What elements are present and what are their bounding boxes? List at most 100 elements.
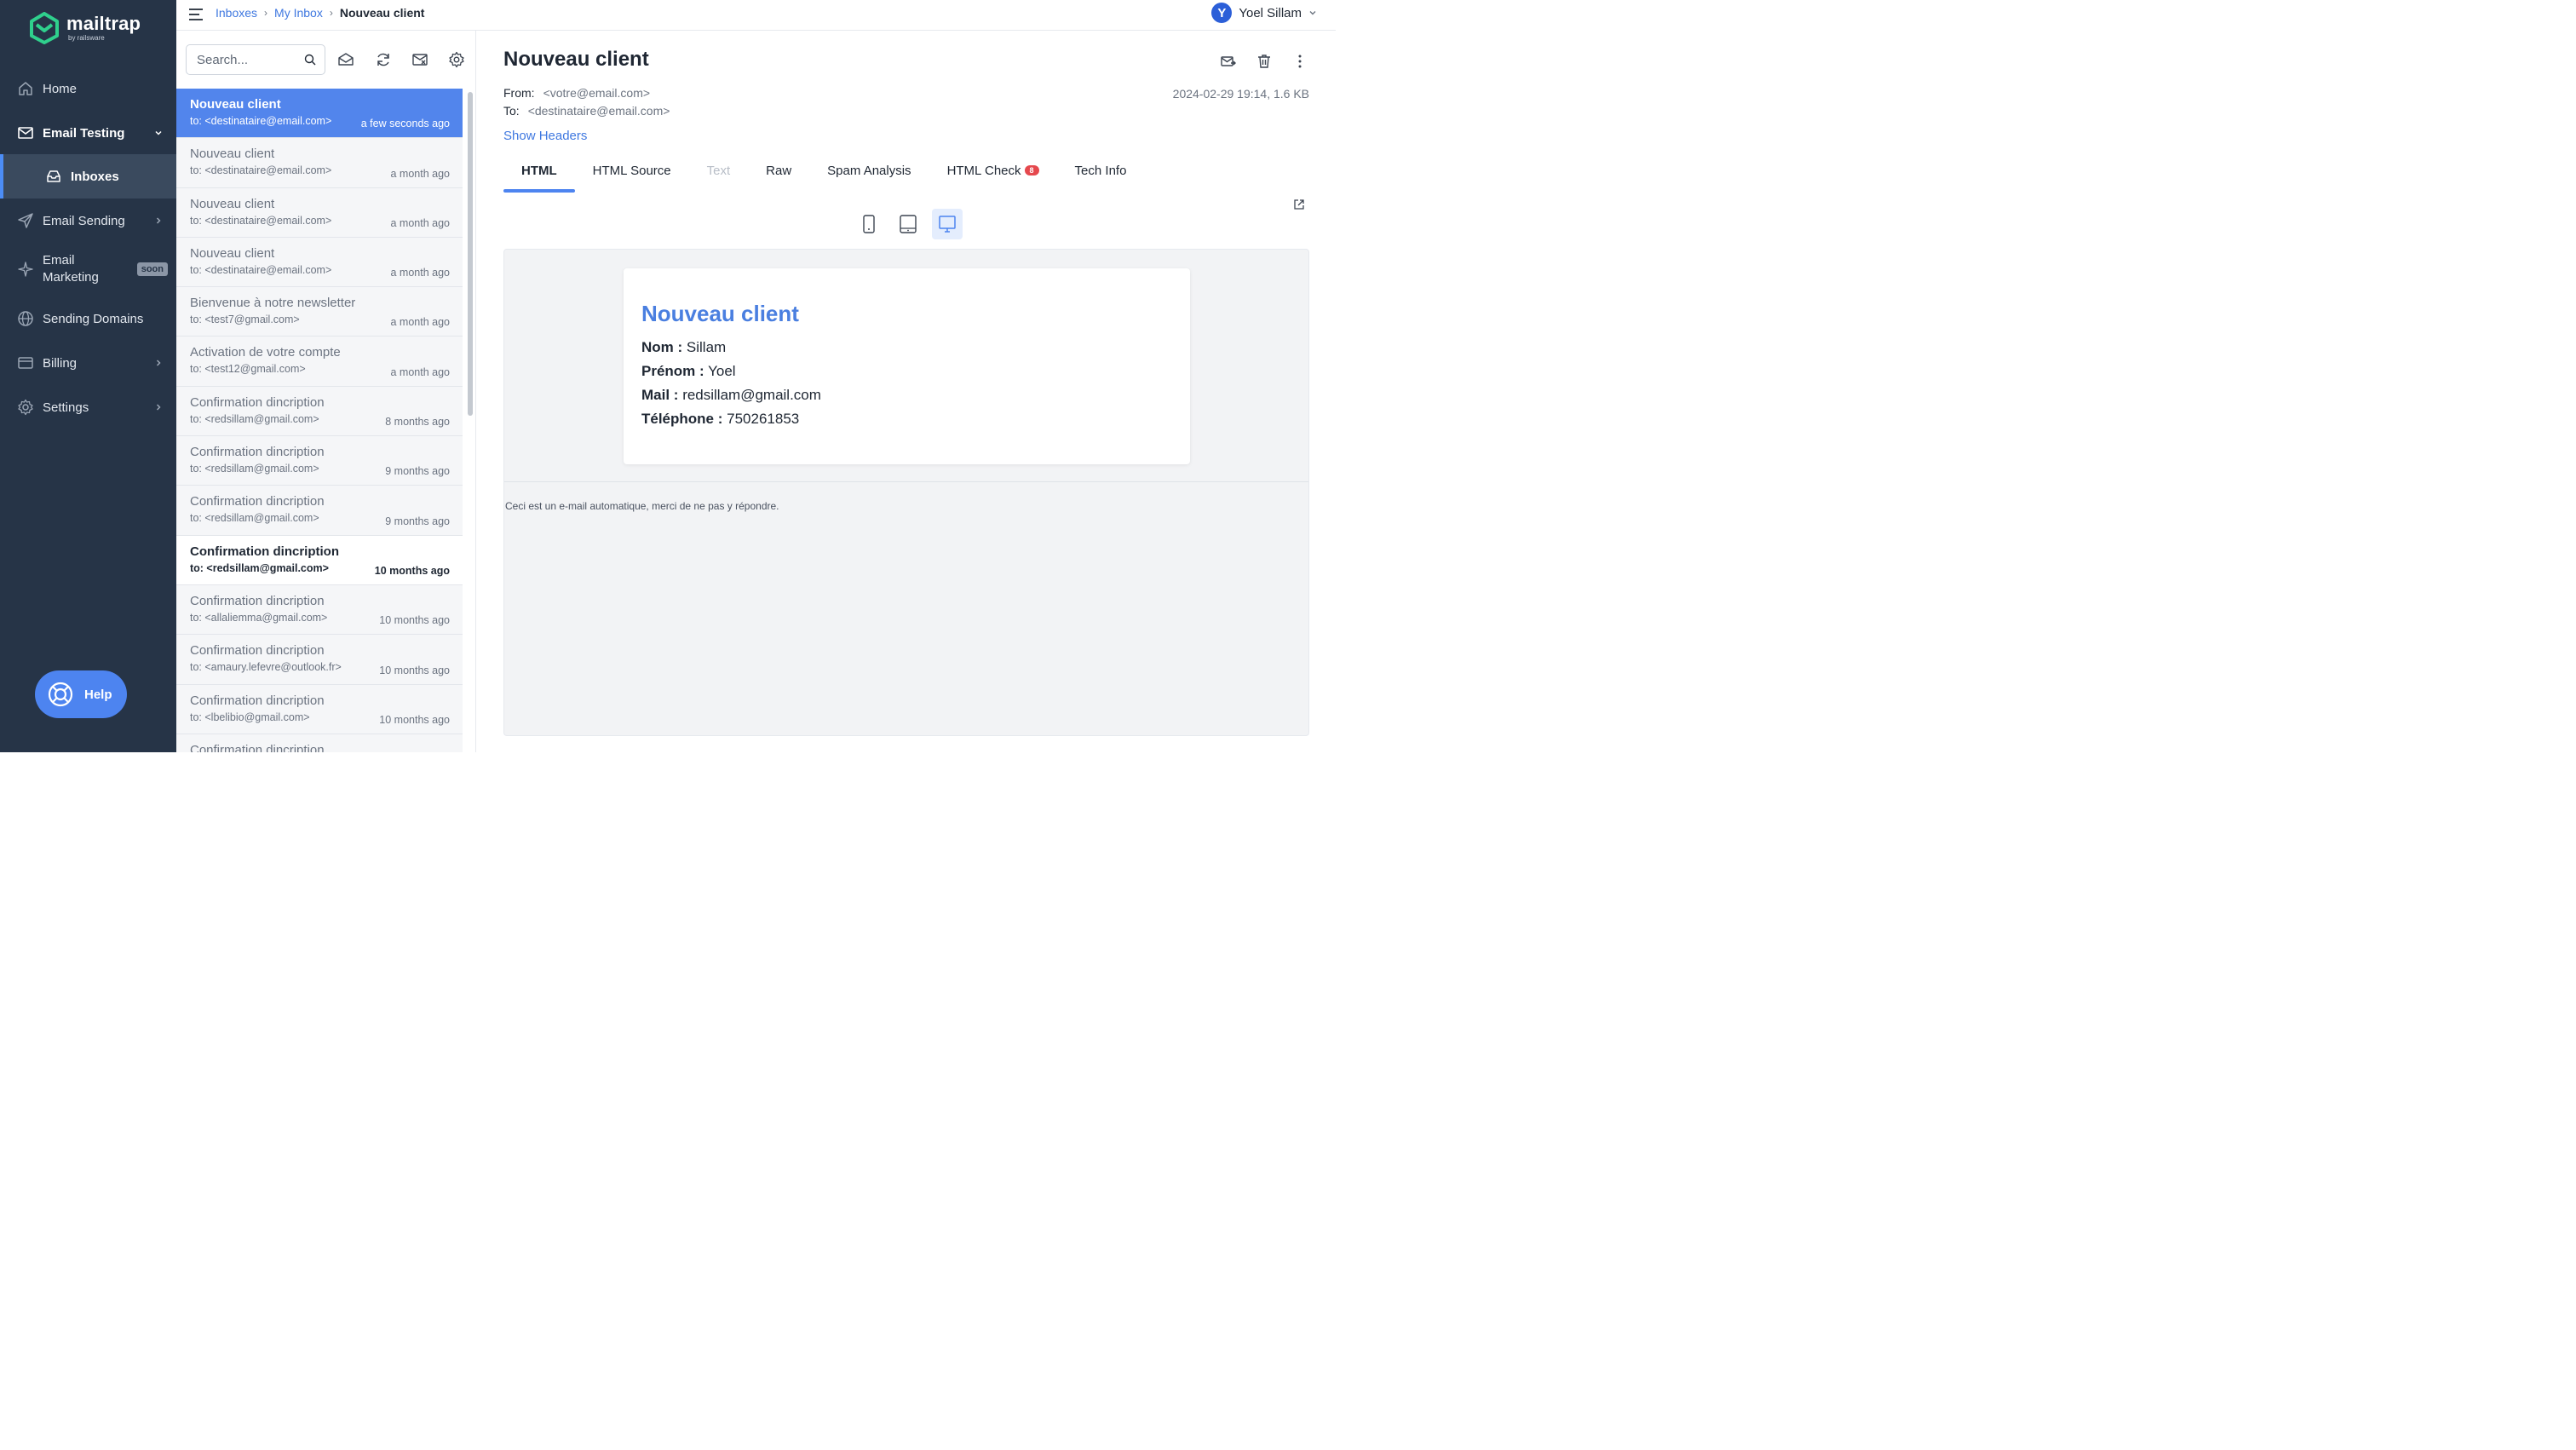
list-item[interactable]: Bienvenue à notre newsletter to: <test7@…	[176, 287, 463, 337]
message-subject: Confirmation dincription	[190, 693, 325, 708]
list-item[interactable]: Confirmation dincription to: <redsillam@…	[176, 535, 463, 585]
sidebar-item-email-marketing[interactable]: Email Marketing soon	[0, 247, 176, 291]
field-label: Nom :	[641, 339, 683, 355]
sidebar-item-sending-domains[interactable]: Sending Domains	[0, 296, 176, 341]
field-value: Yoel	[708, 363, 736, 379]
field-label: Mail :	[641, 387, 679, 403]
chevron-right-icon	[156, 360, 161, 366]
lifebuoy-icon	[48, 682, 73, 707]
list-item[interactable]: Nouveau client to: <destinataire@email.c…	[176, 89, 463, 139]
refresh-icon[interactable]	[375, 51, 392, 68]
tablet-view-button[interactable]	[893, 209, 923, 239]
view-tabs: HTML HTML Source Text Raw Spam Analysis …	[503, 157, 1144, 193]
email-footer: Ceci est un e-mail automatique, merci de…	[505, 500, 779, 512]
message-subject: Nouveau client	[190, 147, 275, 162]
message-time: a month ago	[390, 216, 451, 229]
list-item[interactable]: Confirmation dincription to: <allaliemma…	[176, 584, 463, 636]
message-subject: Nouveau client	[190, 196, 275, 211]
clear-inbox-icon[interactable]	[411, 51, 428, 68]
message-time: 10 months ago	[379, 713, 450, 726]
chevron-right-icon	[156, 217, 161, 224]
soon-badge: soon	[136, 262, 168, 276]
list-item[interactable]: Nouveau client to: <destinataire@email.c…	[176, 187, 463, 238]
message-meta: 2024-02-29 19:14, 1.6 KB	[1172, 87, 1309, 101]
message-list: Nouveau client to: <destinataire@email.c…	[176, 89, 463, 752]
to-address: <destinataire@email.com>	[527, 104, 670, 118]
tab-html-check[interactable]: HTML Check 8	[929, 157, 1057, 193]
forward-icon[interactable]	[1220, 53, 1237, 70]
to-label: To:	[503, 104, 520, 118]
sidebar-item-billing[interactable]: Billing	[0, 341, 176, 385]
help-label: Help	[84, 687, 112, 702]
message-subject: Bienvenue à notre newsletter	[190, 296, 356, 311]
menu-toggle-icon[interactable]	[188, 7, 204, 22]
user-menu[interactable]: Y Yoel Sillam	[1211, 3, 1317, 23]
avatar: Y	[1211, 3, 1233, 23]
tab-text[interactable]: Text	[689, 157, 749, 193]
message-time: 10 months ago	[379, 614, 450, 627]
sidebar-item-email-sending[interactable]: Email Sending	[0, 199, 176, 243]
to-row: To: <destinataire@email.com>	[503, 104, 670, 118]
tab-html-source[interactable]: HTML Source	[575, 157, 689, 193]
list-scrollbar[interactable]	[468, 92, 473, 416]
sidebar-item-label: Email Marketing	[43, 253, 99, 285]
list-item[interactable]: Confirmation dincription to: <redsillam@…	[176, 486, 463, 536]
message-subject: Confirmation dincription	[190, 394, 325, 410]
search-icon[interactable]	[304, 54, 316, 66]
mobile-view-button[interactable]	[854, 209, 884, 239]
breadcrumb-current: Nouveau client	[339, 6, 425, 20]
search-input[interactable]	[195, 51, 297, 68]
email-card: Nouveau client Nom : Sillam Prénom : Yoe…	[624, 268, 1190, 464]
message-subject: Confirmation dincription	[190, 445, 325, 460]
sidebar-item-inboxes[interactable]: Inboxes	[0, 154, 176, 199]
list-item[interactable]: Confirmation dincription to: <amaury.lef…	[176, 635, 463, 685]
message-title: Nouveau client	[503, 48, 649, 71]
message-list-panel: Nouveau client to: <destinataire@email.c…	[176, 31, 476, 752]
inbox-settings-icon[interactable]	[448, 51, 465, 68]
desktop-view-button[interactable]	[932, 209, 963, 239]
sparkle-icon	[18, 262, 33, 277]
sidebar-item-email-testing[interactable]: Email Testing	[0, 111, 176, 155]
tab-tech-info[interactable]: Tech Info	[1057, 157, 1145, 193]
credit-card-icon	[18, 357, 33, 369]
list-item[interactable]: Confirmation dincription to: <redsillam@…	[176, 386, 463, 437]
list-item[interactable]: Confirmation dincription to: <redsillam@…	[176, 436, 463, 486]
tab-spam-analysis[interactable]: Spam Analysis	[809, 157, 929, 193]
gear-icon	[18, 399, 33, 416]
field-value: Sillam	[686, 339, 727, 355]
help-button[interactable]: Help	[35, 670, 127, 718]
message-subject: Confirmation dincription	[190, 742, 325, 752]
desktop-icon	[939, 216, 956, 233]
email-preview: Nouveau client Nom : Sillam Prénom : Yoe…	[503, 249, 1309, 736]
breadcrumb: Inboxes › My Inbox › Nouveau client	[216, 0, 424, 26]
message-time: a month ago	[390, 167, 451, 180]
email-divider	[504, 481, 1308, 482]
tab-raw[interactable]: Raw	[748, 157, 809, 193]
sidebar: mailtrap by railsware Home Email Testing…	[0, 0, 176, 752]
list-item[interactable]: Confirmation dincription	[176, 734, 463, 752]
show-headers-link[interactable]: Show Headers	[503, 129, 587, 143]
message-subject: Confirmation dincription	[190, 494, 325, 509]
html-check-badge: 8	[1024, 165, 1039, 175]
breadcrumb-inboxes[interactable]: Inboxes	[216, 6, 257, 20]
mailtrap-logo[interactable]: mailtrap by railsware	[29, 12, 141, 44]
list-item[interactable]: Nouveau client to: <destinataire@email.c…	[176, 237, 463, 288]
field-label: Prénom :	[641, 363, 704, 379]
trash-icon[interactable]	[1256, 53, 1273, 70]
from-label: From:	[503, 86, 535, 100]
breadcrumb-my-inbox[interactable]: My Inbox	[274, 6, 323, 20]
tab-html[interactable]: HTML	[503, 157, 575, 193]
open-external-icon[interactable]	[1293, 199, 1305, 210]
sidebar-item-label: Sending Domains	[43, 311, 144, 326]
tab-html-check-label: HTML Check	[946, 164, 1021, 178]
message-time: 10 months ago	[374, 564, 450, 577]
mark-read-icon[interactable]	[337, 51, 354, 68]
list-item[interactable]: Confirmation dincription to: <lbelibio@g…	[176, 684, 463, 734]
more-vertical-icon[interactable]	[1291, 53, 1308, 70]
message-time: 9 months ago	[385, 465, 450, 478]
list-item[interactable]: Nouveau client to: <destinataire@email.c…	[176, 138, 463, 188]
sidebar-item-home[interactable]: Home	[0, 66, 176, 111]
sidebar-item-settings[interactable]: Settings	[0, 385, 176, 429]
list-item[interactable]: Activation de votre compte to: <test12@g…	[176, 337, 463, 387]
email-field-mail: Mail : redsillam@gmail.com	[641, 387, 1172, 404]
